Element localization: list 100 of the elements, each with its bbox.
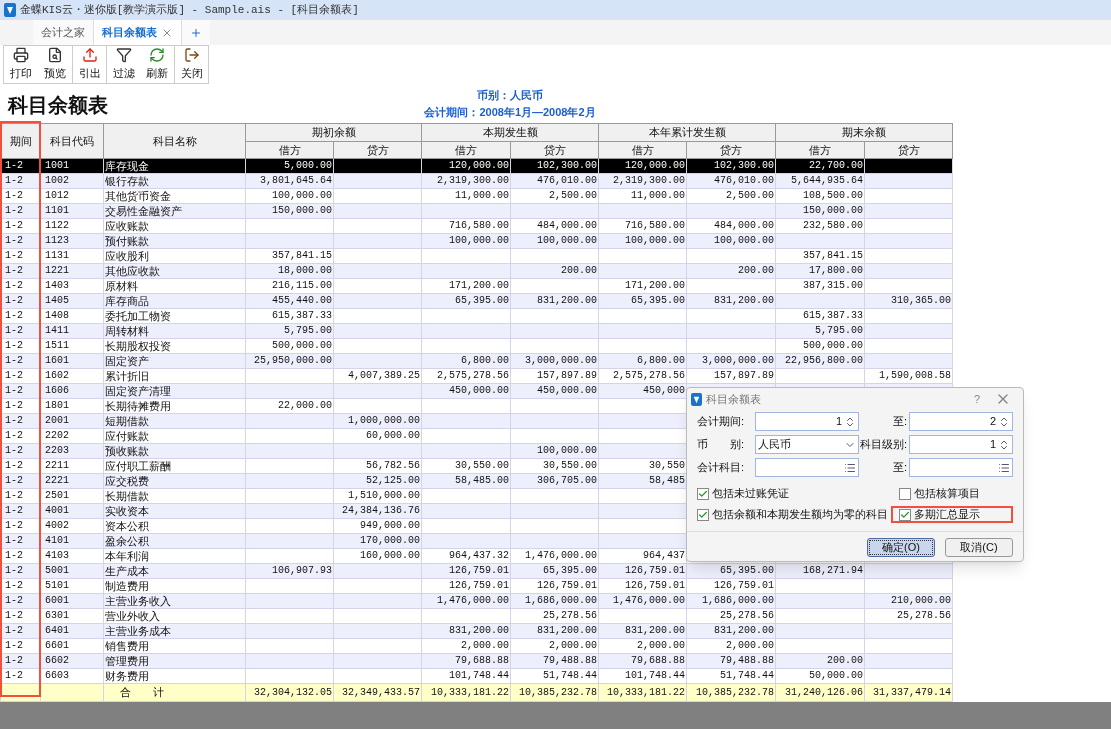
table-cell: 周转材料 bbox=[103, 323, 246, 339]
table-cell: 964,437.32 bbox=[421, 548, 511, 564]
dropdown-field[interactable]: 人民币 bbox=[755, 435, 859, 454]
table-cell: 1-2 bbox=[0, 158, 41, 174]
table-cell: 预收账款 bbox=[103, 443, 246, 459]
spinner-icon[interactable] bbox=[998, 438, 1010, 451]
table-cell: 455,440.00 bbox=[245, 293, 334, 309]
table-cell: 库存现金 bbox=[103, 158, 246, 174]
table-cell: 生产成本 bbox=[103, 563, 246, 579]
table-cell: 18,000.00 bbox=[245, 263, 334, 279]
table-cell: 长期股权投资 bbox=[103, 338, 246, 354]
table-cell: 100,000.00 bbox=[510, 443, 599, 459]
checkbox[interactable] bbox=[899, 508, 911, 521]
input-field[interactable] bbox=[755, 458, 859, 477]
browse-icon[interactable] bbox=[844, 461, 856, 474]
total-cell: 10,333,181.22 bbox=[421, 683, 511, 701]
browse-icon[interactable] bbox=[998, 461, 1010, 474]
table-cell: 2203 bbox=[40, 443, 104, 459]
checkbox-label: 包括未过账凭证 bbox=[712, 486, 789, 502]
table-cell: 949,000.00 bbox=[333, 518, 422, 534]
table-cell: 2221 bbox=[40, 473, 104, 489]
checkbox[interactable] bbox=[899, 487, 911, 500]
table-cell: 216,115.00 bbox=[245, 278, 334, 294]
table-cell: 106,907.93 bbox=[245, 563, 334, 579]
column-group-header: 期末余额 bbox=[775, 123, 953, 141]
exit-icon bbox=[183, 47, 200, 64]
toolbar-button[interactable]: 打印 bbox=[4, 46, 38, 83]
table-cell: 232,580.00 bbox=[775, 218, 865, 234]
table-cell: 484,000.00 bbox=[510, 218, 599, 234]
input-field[interactable] bbox=[909, 458, 1013, 477]
table-cell: 短期借款 bbox=[103, 413, 246, 429]
toolbar-button[interactable]: 引出 bbox=[72, 46, 106, 83]
toolbar-button[interactable]: 关闭 bbox=[174, 46, 208, 83]
input-field[interactable]: 1 bbox=[909, 435, 1013, 454]
table-cell: 120,000.00 bbox=[421, 158, 511, 174]
table-cell: 51,748.44 bbox=[510, 668, 599, 684]
table-cell: 4002 bbox=[40, 518, 104, 534]
table-cell: 6601 bbox=[40, 638, 104, 654]
table-cell: 1,476,000.00 bbox=[598, 593, 687, 609]
dialog-button[interactable]: 确定(O) bbox=[867, 538, 935, 557]
table-cell: 应付账款 bbox=[103, 428, 246, 444]
table-cell: 1,686,000.00 bbox=[686, 593, 776, 609]
table-cell: 应付职工薪酬 bbox=[103, 458, 246, 474]
table-cell: 1,510,000.00 bbox=[333, 488, 422, 504]
table-cell: 450,000 bbox=[598, 383, 687, 399]
table-cell: 6,800.00 bbox=[421, 353, 511, 369]
table-cell: 101,748.44 bbox=[598, 668, 687, 684]
table-cell: 126,759.01 bbox=[510, 578, 599, 594]
input-field[interactable]: 2 bbox=[909, 412, 1013, 431]
table-cell: 固定资产 bbox=[103, 353, 246, 369]
table-cell: 200.00 bbox=[686, 263, 776, 279]
table-cell: 831,200.00 bbox=[598, 623, 687, 639]
table-cell: 累计折旧 bbox=[103, 368, 246, 384]
dialog-button[interactable]: 取消(C) bbox=[945, 538, 1013, 557]
table-cell: 5001 bbox=[40, 563, 104, 579]
table-cell: 126,759.01 bbox=[686, 578, 776, 594]
table-cell: 51,748.44 bbox=[686, 668, 776, 684]
spinner-icon[interactable] bbox=[998, 415, 1010, 428]
table-cell: 500,000.00 bbox=[775, 338, 865, 354]
tab[interactable]: 会计之家 bbox=[33, 20, 94, 45]
table-cell: 484,000.00 bbox=[686, 218, 776, 234]
toolbar-button[interactable]: 刷新 bbox=[140, 46, 174, 83]
table-cell: 171,200.00 bbox=[421, 278, 511, 294]
table-cell: 30,550.00 bbox=[510, 458, 599, 474]
spinner-icon[interactable] bbox=[844, 415, 856, 428]
table-cell: 25,278.56 bbox=[864, 608, 953, 624]
table-cell: 4103 bbox=[40, 548, 104, 564]
table-cell: 营业外收入 bbox=[103, 608, 246, 624]
toolbar-button[interactable]: 过滤 bbox=[106, 46, 140, 83]
table-cell: 2,500.00 bbox=[686, 188, 776, 204]
table-cell: 3,000,000.00 bbox=[686, 353, 776, 369]
input-field[interactable]: 1 bbox=[755, 412, 859, 431]
table-cell: 831,200.00 bbox=[510, 623, 599, 639]
toolbar-button[interactable]: 预览 bbox=[38, 46, 72, 83]
table-cell: 资本公积 bbox=[103, 518, 246, 534]
checkbox[interactable] bbox=[697, 508, 709, 521]
table-cell: 357,841.15 bbox=[775, 248, 865, 264]
table-cell: 2501 bbox=[40, 488, 104, 504]
table-cell: 2,000.00 bbox=[598, 638, 687, 654]
column-header: 科目名称 bbox=[103, 123, 246, 159]
table-cell: 831,200.00 bbox=[686, 623, 776, 639]
table-cell: 52,125.00 bbox=[333, 473, 422, 489]
table-cell: 制造费用 bbox=[103, 578, 246, 594]
table-cell: 100,000.00 bbox=[598, 233, 687, 249]
tab[interactable]: 科目余额表 bbox=[94, 20, 182, 45]
table-cell: 357,841.15 bbox=[245, 248, 334, 264]
table-cell: 79,688.88 bbox=[598, 653, 687, 669]
table-cell: 65,395.00 bbox=[421, 293, 511, 309]
table-cell: 6001 bbox=[40, 593, 104, 609]
total-cell: 32,349,433.57 bbox=[333, 683, 422, 701]
app-logo-icon bbox=[691, 392, 702, 406]
new-tab-button[interactable] bbox=[182, 20, 210, 45]
table-cell: 财务费用 bbox=[103, 668, 246, 684]
checkbox[interactable] bbox=[697, 487, 709, 500]
table-cell: 1606 bbox=[40, 383, 104, 399]
table-cell: 126,759.01 bbox=[421, 578, 511, 594]
table-cell: 2,500.00 bbox=[510, 188, 599, 204]
table-cell: 2,000.00 bbox=[686, 638, 776, 654]
field-label: 至: bbox=[891, 414, 908, 430]
column-header: 科目代码 bbox=[40, 123, 104, 159]
